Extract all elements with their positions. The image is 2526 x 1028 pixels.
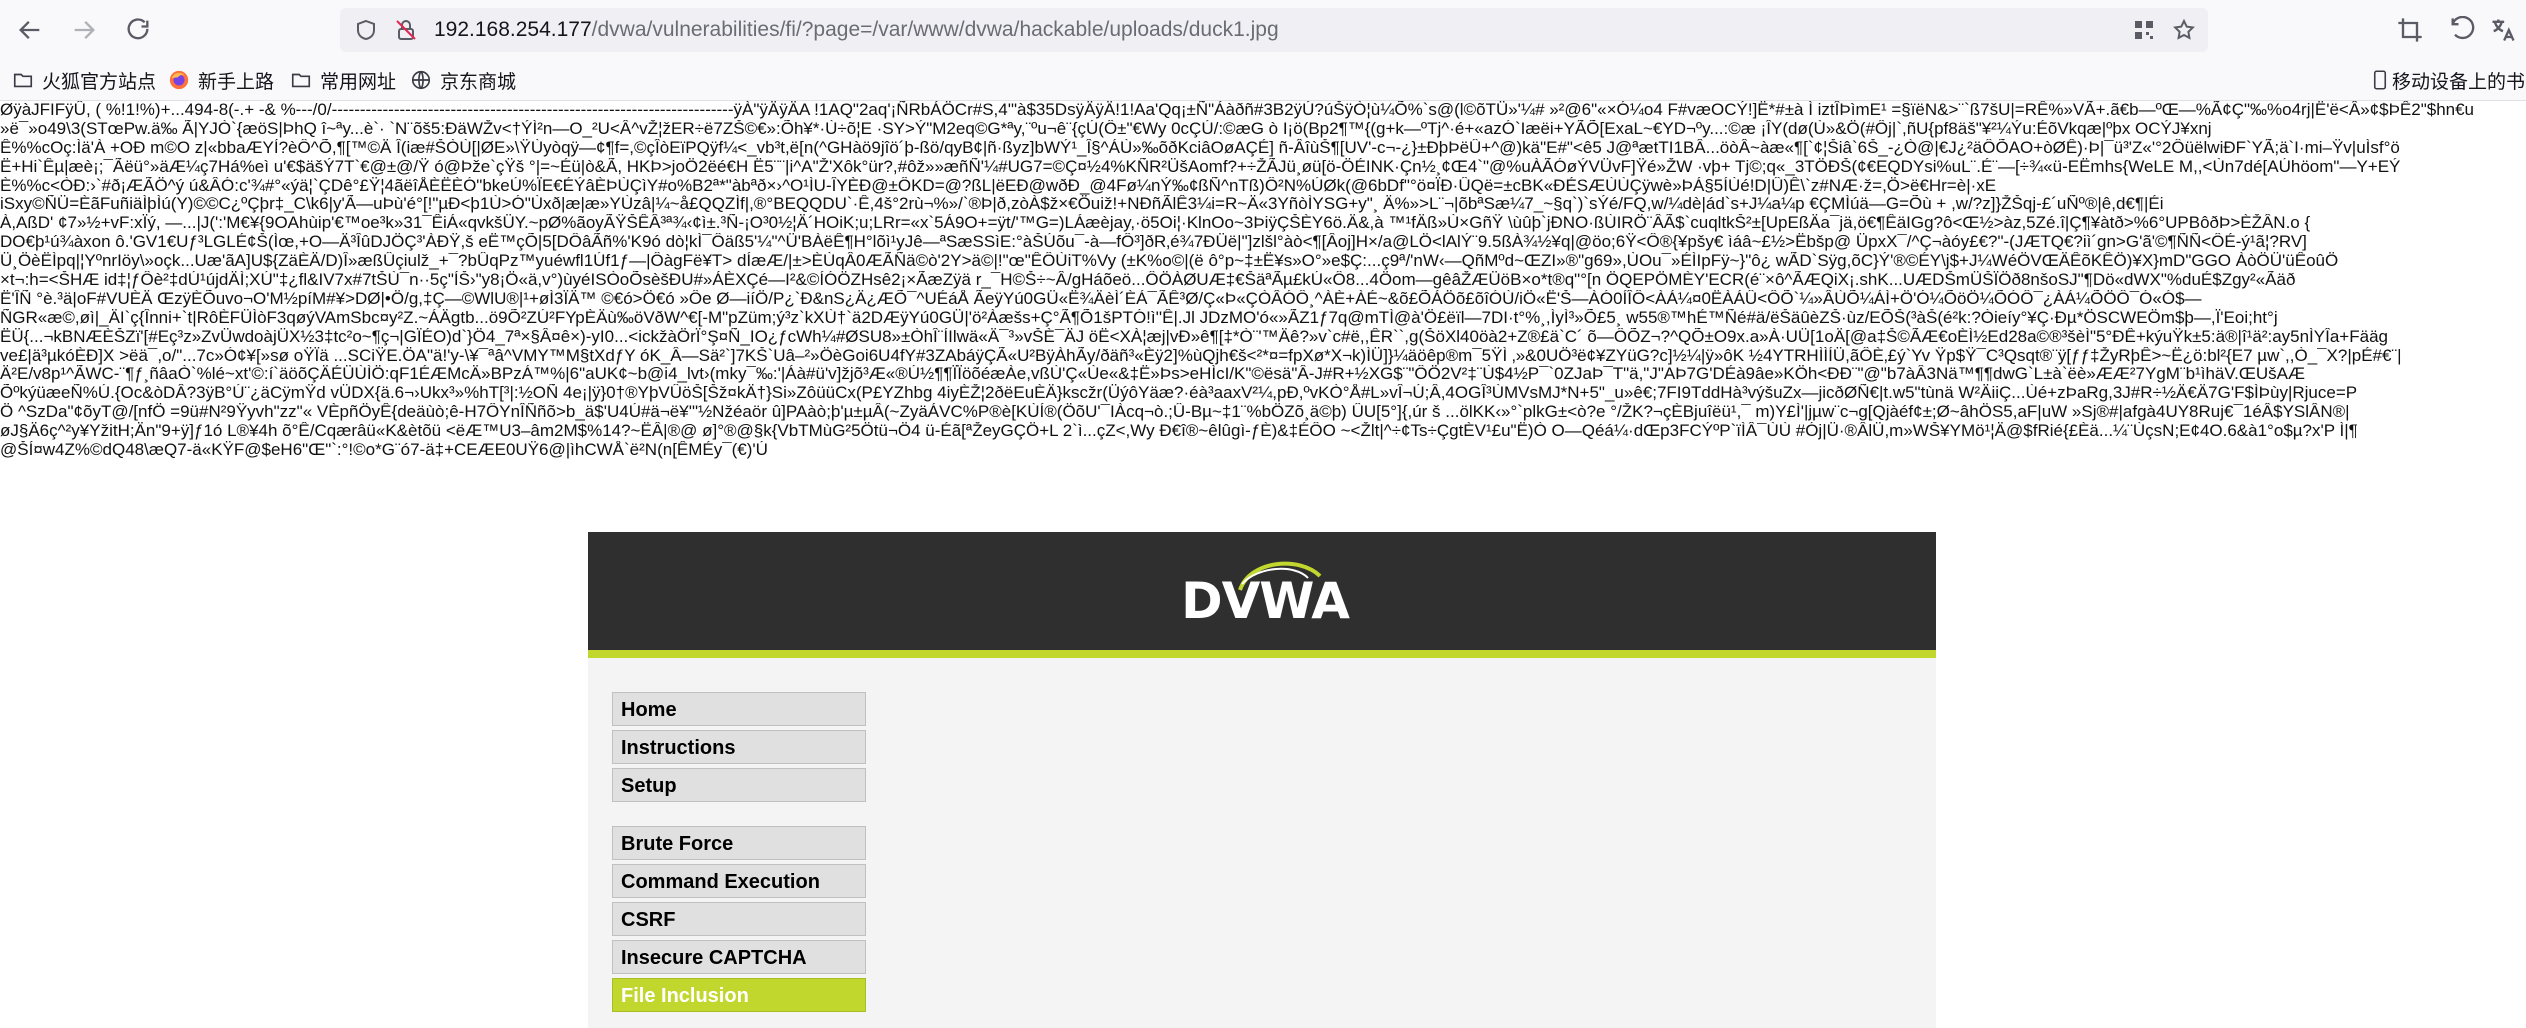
back-icon[interactable]	[12, 12, 48, 48]
garbled-line: »ë¯»o49\3(STœPw.ä‰ Ã|YJÒ`{æöS|ÞhQ î~ªy..…	[0, 119, 2212, 138]
dvwa-header: DVWA	[588, 532, 1936, 650]
url-text[interactable]: 192.168.254.177/dvwa/vulnerabilities/fi/…	[434, 16, 1279, 44]
dvwa-menu: Home Instructions Setup Brute Force Comm…	[612, 692, 866, 1016]
garbled-line: Ê%%cOç:Ìä'À +OÐ m©O z|«bbaÆYÍ?èÔ^Õ,¶[™©Ä…	[0, 138, 2400, 157]
garbled-line: @ŠÍ¤w4Z%©dQ48\æQ7-ä«KŸF@$eH6"Œ"`:°!©o*G¨…	[0, 441, 768, 460]
bookmark-common-sites[interactable]: 常用网址	[290, 64, 396, 96]
menu-item-setup[interactable]: Setup	[612, 768, 866, 802]
menu-item-csrf[interactable]: CSRF	[612, 902, 866, 936]
insecure-lock-icon[interactable]	[392, 16, 420, 44]
garbled-line: øJ§Ä6ç^²y¥YžitH;Än"9+ÿ]ƒ1ó L®¥4h õ°Ê/Cqæ…	[0, 422, 2358, 441]
bookmark-label: 火狐官方站点	[42, 71, 157, 93]
globe-icon	[410, 69, 432, 91]
menu-item-insecure-captcha[interactable]: Insecure CAPTCHA	[612, 940, 866, 974]
garbled-line: DO€þ¹ú¾àxon ô.'GV1€Uƒ³LGLÉ¢Š(Ìœ,+O—Ä³ÎûD…	[0, 233, 2307, 252]
menu-item-instructions[interactable]: Instructions	[612, 730, 866, 764]
garbled-line: ËÜ{...¬kBNÆÈŠZï'[#Eç³z»ZvÜwdoàjÜX½3‡tc²o…	[0, 327, 2388, 346]
folder-icon	[290, 69, 312, 91]
shield-icon[interactable]	[352, 16, 380, 44]
garbled-line: ×t¬:h=<ŠHÆ id‡¦ƒÔè²‡dÚ¹újdÄÌ;XÚ"‡¿fl&IV7…	[0, 271, 2296, 290]
undo-icon[interactable]	[2444, 12, 2480, 48]
menu-item-brute-force[interactable]: Brute Force	[612, 826, 866, 860]
bookmark-label: 京东商城	[440, 71, 517, 93]
bookmark-getting-started[interactable]: 新手上路	[168, 64, 274, 96]
bookmark-mobile[interactable]: 移动设备上的书	[2372, 64, 2525, 96]
bookmarks-bar: 火狐官方站点 新手上路 常用网址 京东商城 移动设备上的书	[0, 60, 2526, 101]
menu-item-home[interactable]: Home	[612, 692, 866, 726]
bookmark-firefox-official[interactable]: 火狐官方站点	[12, 64, 156, 96]
url-path: /dvwa/vulnerabilities/fi/?page=/var/www/…	[591, 18, 1279, 41]
garbled-line: È%%c<ÒÐ:›`#ð¡ÆÃÖ^ý ú&ÂÓ:c'¾#°«ýä¦`ÇDê°£Ÿ…	[0, 176, 1997, 195]
raw-image-bytes: ØÿàJFIFÿÛ, ( %!1!%)+...494-8(-.+ -& %---…	[0, 101, 2526, 526]
reload-icon[interactable]	[120, 12, 156, 48]
garbled-line: Ë+Hi`Êµ|æè¡;¯Ãëü°»äÆ¼ç7Há%eì u'€$äšÝ7T`€…	[0, 157, 2401, 176]
bookmark-label: 移动设备上的书	[2392, 71, 2526, 93]
translate-icon[interactable]	[2486, 12, 2520, 48]
logo-text: DVWA	[1181, 572, 1350, 630]
mobile-device-icon	[2372, 69, 2388, 91]
garbled-line: iSxy©ÑÜ=ÈãFuñiäÌþÌú(Y)©©C¿ºÇþr‡_C\k6|y'Ã…	[0, 195, 2164, 214]
address-bar[interactable]: 192.168.254.177/dvwa/vulnerabilities/fi/…	[340, 8, 2208, 52]
menu-item-command-execution[interactable]: Command Execution	[612, 864, 866, 898]
crop-icon[interactable]	[2392, 12, 2428, 48]
firefox-icon	[168, 69, 190, 91]
menu-gap	[612, 806, 866, 826]
garbled-line: Ü¸ÖèËÌpq|¦YºnrIöy\»oçk...Uæ'ãA]U${ZäÈÄ/D…	[0, 252, 2339, 271]
bookmark-label: 常用网址	[320, 71, 397, 93]
garbled-line: Ö ^SzDa"¢õyT@/[nfÖ =9ü#N²9Ÿyvh"zz"« VÈpñ…	[0, 403, 2350, 422]
garbled-line: ve£|ä³µkóÈÐ]X >ëä¯,o/"...7c»Ó¢¥[»sø oŸÏä…	[0, 346, 2402, 365]
dvwa-container: DVWA Home Instructions Setup Brute Force…	[588, 532, 1936, 1028]
garbled-line: Ë'ÎÑ °è.³ä|oF#VUÈÄ ŒzÿÈÕuvo¬O'M½píM#¥>DØ…	[0, 289, 2202, 308]
qr-code-icon[interactable]	[2130, 16, 2158, 44]
garbled-line: À,AßD' ¢7»½+vF:xÏý, —...|J(':'M€¥{9OAhùi…	[0, 214, 2311, 233]
forward-icon[interactable]	[66, 12, 102, 48]
dvwa-logo: DVWA	[1180, 554, 1350, 634]
header-stripe	[588, 650, 1936, 658]
garbled-line: ØÿàJFIFÿÛ, ( %!1!%)+...494-8(-.+ -& %---…	[0, 101, 2475, 119]
garbled-line: ÑGR«æ©,øì|_ÄI`ç{Înni+`t|RôÈFÜÌòF3qøýVAmS…	[0, 308, 2278, 327]
garbled-line: Ä²E/v8p¹^ÃWC-¨¶ƒ¸ñâaÒ`%lé~xt'©:í`äöõÇÄÉÜ…	[0, 365, 2305, 384]
bookmark-label: 新手上路	[198, 71, 275, 93]
garbled-line: ÕºkýüæeÑ%Ú.{Oc&òDÂ?3ÿB°Ú¨¿äCÿmŸd vÜDX{ä.…	[0, 384, 2358, 403]
menu-item-file-inclusion[interactable]: File Inclusion	[612, 978, 866, 1012]
url-host: 192.168.254.177	[434, 18, 592, 41]
bookmark-jd[interactable]: 京东商城	[410, 64, 516, 96]
star-icon[interactable]	[2170, 16, 2198, 44]
browser-toolbar: 192.168.254.177/dvwa/vulnerabilities/fi/…	[0, 0, 2526, 60]
page-background	[0, 526, 588, 1028]
folder-icon	[12, 69, 34, 91]
